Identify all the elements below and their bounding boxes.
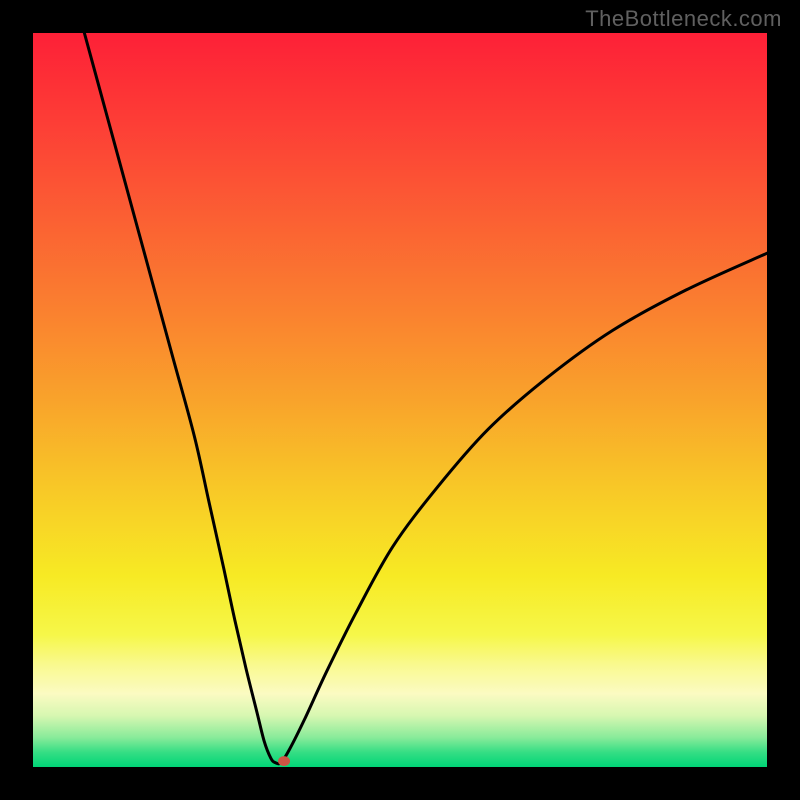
watermark-text: TheBottleneck.com	[585, 6, 782, 32]
optimal-point-marker	[278, 756, 290, 766]
plot-area	[33, 33, 767, 767]
gradient-background	[33, 33, 767, 767]
plot-svg	[33, 33, 767, 767]
chart-container: TheBottleneck.com	[0, 0, 800, 800]
